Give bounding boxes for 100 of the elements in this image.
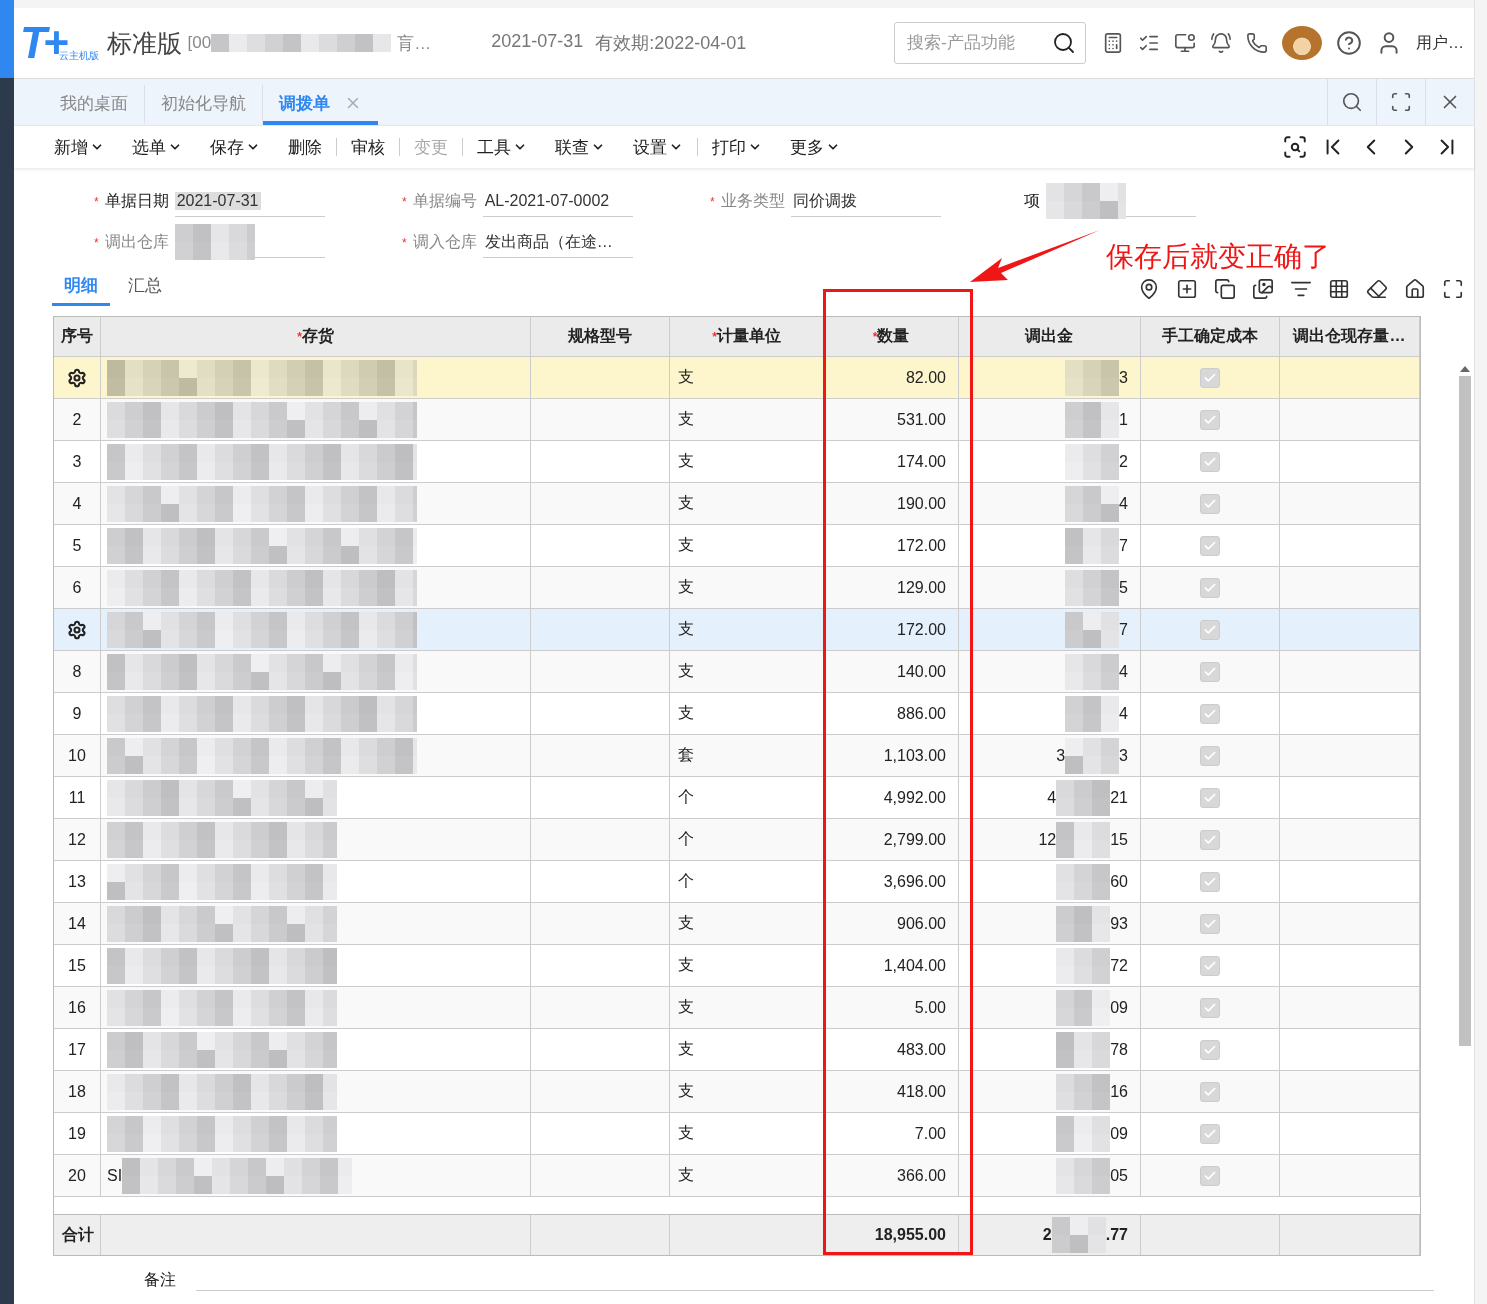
fullscreen-icon[interactable] [1390, 91, 1412, 113]
table-cell: 16 [1110, 1082, 1128, 1101]
toolbar-button[interactable]: 保存 [196, 135, 274, 159]
table-row[interactable]: 3 支 174.00 2 [54, 441, 1420, 483]
annotation-text: 保存后就变正确了 [1106, 240, 1330, 274]
toolbar-button[interactable]: 更多 [776, 135, 854, 159]
search-icon[interactable] [1052, 31, 1076, 55]
table-cell: 60 [1110, 872, 1128, 891]
table-row[interactable]: 支 82.00 3 [54, 357, 1420, 399]
add-row-icon[interactable] [1176, 278, 1198, 300]
search-field[interactable]: 搜索-产品功能 [894, 22, 1086, 64]
tab[interactable]: 明细 [52, 274, 110, 306]
pixelated-block [1065, 485, 1120, 522]
pixelated-block [1065, 737, 1120, 774]
toolbar-button[interactable]: 工具 [463, 135, 541, 159]
total-amount: 2 [1042, 1226, 1052, 1244]
table-row[interactable]: 19 支 7.00 09 [54, 1113, 1420, 1155]
toolbar-button[interactable]: 选单 [118, 135, 196, 159]
login-date: 2021-07-31 [491, 31, 584, 53]
pixelated-block [1056, 1031, 1111, 1068]
table-row[interactable]: 9 支 886.00 4 [54, 693, 1420, 735]
field-label: 调入仓库 [412, 232, 477, 252]
pixelated-block [1065, 401, 1120, 438]
input-field[interactable] [1046, 186, 1196, 217]
input-field[interactable]: 2021-07-31 [174, 186, 325, 217]
table-row[interactable]: 6 支 129.00 5 [54, 567, 1420, 609]
pixelated-block [1065, 569, 1120, 606]
table-row[interactable]: 2 支 531.00 1 [54, 399, 1420, 441]
monitor-icon[interactable] [1174, 32, 1196, 54]
phone-icon[interactable] [1246, 32, 1268, 54]
toolbar-button[interactable]: 审核 [337, 135, 399, 159]
table-row[interactable]: 20 SI 支 366.00 05 [54, 1155, 1420, 1197]
table-cell: 05 [1110, 1166, 1128, 1185]
grid-icon[interactable] [1328, 278, 1350, 300]
account-name: 肓… [397, 32, 432, 55]
toolbar-button[interactable]: 联查 [541, 135, 619, 159]
table-cell: 3 [1119, 368, 1128, 387]
table-row[interactable]: 10 套 1,103.00 3 3 [54, 735, 1420, 777]
column-header: 调出金 [959, 317, 1141, 357]
table-cell: 5 [1119, 578, 1128, 597]
pixelated-block [1065, 359, 1120, 396]
table-cell: 09 [1110, 1124, 1128, 1143]
help-icon[interactable] [1336, 30, 1362, 56]
table-cell: 3 [1119, 746, 1128, 765]
table-row[interactable]: 15 支 1,404.00 72 [54, 945, 1420, 987]
pin-icon[interactable] [1138, 278, 1160, 300]
remarks-label: 备注 [144, 1270, 176, 1290]
field-label: 业务类型 [720, 191, 785, 211]
input-field[interactable]: AL-2021-07-0002 [482, 186, 633, 217]
copy-icon[interactable] [1214, 278, 1236, 300]
table-row[interactable]: 18 支 418.00 16 [54, 1071, 1420, 1113]
field-label: 调出仓库 [104, 232, 169, 252]
table-row[interactable]: 4 支 190.00 4 [54, 483, 1420, 525]
search-icon[interactable] [1341, 91, 1363, 113]
required-mark: * [402, 194, 407, 209]
user-name[interactable]: 用户… [1416, 32, 1464, 54]
table-row[interactable]: 13 个 3,696.00 60 [54, 861, 1420, 903]
validity-date: 有效期:2022-04-01 [595, 32, 747, 55]
table-cell: 93 [1110, 914, 1128, 933]
column-header: 调出仓现存量… [1280, 317, 1420, 357]
table-cell: 4 [1119, 494, 1128, 513]
eraser-icon[interactable] [1366, 278, 1388, 300]
table-row[interactable]: 14 支 906.00 93 [54, 903, 1420, 945]
table-row[interactable]: 16 支 5.00 09 [54, 987, 1420, 1029]
pixelated-block [1065, 695, 1120, 732]
input-field[interactable]: 同价调拨 [790, 186, 941, 217]
fullscreen-icon[interactable] [1442, 278, 1464, 300]
mascot-icon[interactable] [1282, 26, 1322, 60]
toolbar-button[interactable]: 删除 [274, 135, 336, 159]
bell-icon[interactable] [1210, 32, 1232, 54]
scroll-up-icon[interactable] [1460, 364, 1470, 372]
table-cell: 72 [1110, 956, 1128, 975]
toolbar-button[interactable]: 新增 [40, 135, 118, 159]
account-name: [00 [187, 33, 212, 53]
preview-icon[interactable] [1282, 134, 1308, 160]
input-field[interactable] [174, 227, 325, 258]
table-row[interactable]: 12 个 2,799.00 12 15 [54, 819, 1420, 861]
row-marker-icon[interactable] [67, 619, 87, 640]
table-cell: 4 [1119, 704, 1128, 723]
column-header: 手工确定成本 [1141, 317, 1280, 357]
table-row[interactable]: 5 支 172.00 7 [54, 525, 1420, 567]
table-cell: 4 [1047, 788, 1057, 807]
toolbar-button[interactable]: 打印 [698, 135, 776, 159]
row-marker-icon[interactable] [67, 367, 87, 388]
column-header: 序号 [54, 317, 101, 357]
toolbar-button[interactable]: 设置 [619, 135, 697, 159]
image-icon[interactable] [1252, 278, 1274, 300]
column-header: *计量单位 [670, 317, 824, 357]
calculator-icon[interactable] [1102, 32, 1124, 54]
table-row[interactable]: 8 支 140.00 4 [54, 651, 1420, 693]
table-cell: 3 [1056, 746, 1066, 765]
table-row[interactable]: 11 个 4,992.00 4 21 [54, 777, 1420, 819]
table-cell: 15 [1110, 830, 1128, 849]
input-field[interactable]: 发出商品（在途… [482, 227, 633, 258]
table-row[interactable]: 支 172.00 7 [54, 609, 1420, 651]
tab[interactable]: 汇总 [116, 274, 174, 306]
house-icon[interactable] [1404, 278, 1426, 300]
column-header: *数量 [824, 317, 959, 357]
column-header: 规格型号 [531, 317, 670, 357]
table-row[interactable]: 17 支 483.00 78 [54, 1029, 1420, 1071]
